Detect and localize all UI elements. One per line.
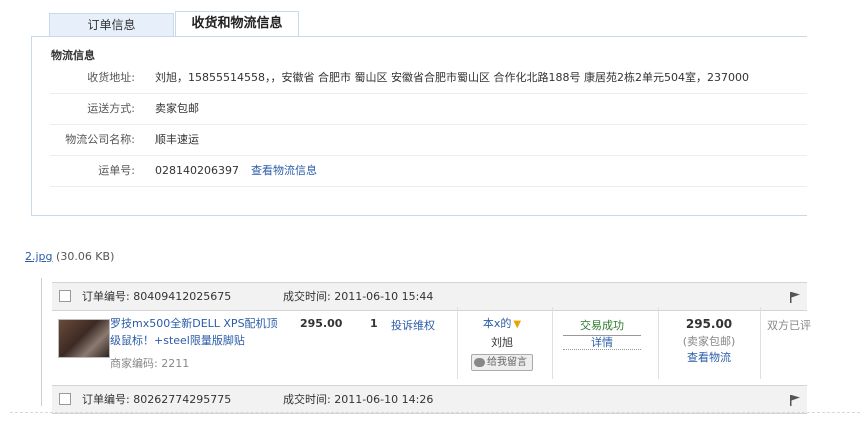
tracking-value-wrap: 028140206397 查看物流信息 (155, 156, 317, 186)
shipping-method-label: 运送方式: (87, 102, 135, 115)
divider (658, 307, 659, 379)
order-time-value: 2011-06-10 15:44 (334, 290, 434, 303)
logistics-title: 物流信息 (51, 49, 95, 62)
shipping-method-value: 卖家包邮 (155, 102, 199, 115)
order-time-label: 成交时间: (283, 290, 331, 303)
carrier-value: 顺丰速运 (155, 133, 199, 146)
tracking-label: 运单号: (98, 164, 135, 177)
speech-bubble-icon (474, 357, 485, 367)
address-label: 收货地址: (87, 71, 135, 84)
leave-message-button[interactable]: 给我留言 (471, 354, 533, 371)
product-thumbnail[interactable] (58, 319, 110, 358)
funnel-icon: ▼ (513, 319, 522, 330)
total-amount: 295.00 (685, 317, 733, 331)
order-time-label: 成交时间: (283, 393, 331, 406)
order-list: 订单编号: 80409412025675 成交时间: 2011-06-10 15… (41, 278, 811, 414)
order-number: 订单编号: 80409412025675 (82, 283, 231, 310)
order-checkbox[interactable] (59, 290, 71, 302)
order-time: 成交时间: 2011-06-10 15:44 (283, 283, 433, 310)
merchant-code: 商家编码: 2211 (110, 357, 190, 370)
attachment-link[interactable]: 2.jpg (25, 250, 53, 263)
quantity: 1 (370, 317, 378, 330)
divider (760, 307, 761, 379)
order-number-value: 80262774295775 (133, 393, 232, 406)
rating-status: 双方已评 (767, 319, 811, 332)
unit-price: 295.00 (300, 317, 343, 330)
view-logistics-order-link[interactable]: 查看物流 (687, 351, 731, 364)
buyer-self-link[interactable]: 本x的 (483, 317, 512, 330)
buyer-column: 本x的 ▼ 刘旭 给我留言 (457, 315, 547, 371)
tracking-number: 028140206397 (155, 164, 239, 177)
tab-shipping-logistics[interactable]: 收货和物流信息 (175, 11, 299, 37)
trade-status: 交易成功 (580, 319, 624, 332)
attachment-size: (30.06 KB) (56, 250, 115, 263)
address-value: 刘旭，15855514558，，安徽省 合肥市 蜀山区 安徽省合肥市蜀山区 合作… (155, 71, 749, 84)
order-number: 订单编号: 80262774295775 (82, 386, 231, 413)
tab-order-info[interactable]: 订单信息 (49, 13, 174, 36)
logistics-panel: 物流信息 收货地址: 刘旭，15855514558，，安徽省 合肥市 蜀山区 安… (31, 36, 807, 216)
order-number-value: 80409412025675 (133, 290, 232, 303)
address-row: 收货地址: 刘旭，15855514558，，安徽省 合肥市 蜀山区 安徽省合肥市… (50, 63, 807, 94)
tracking-row: 运单号: 028140206397 查看物流信息 (50, 156, 807, 187)
dashed-divider (10, 412, 860, 413)
order-header: 订单编号: 80262774295775 成交时间: 2011-06-10 14… (52, 385, 807, 414)
buyer-name: 刘旭 (491, 336, 513, 349)
order-checkbox[interactable] (59, 393, 71, 405)
carrier-label: 物流公司名称: (65, 133, 135, 146)
order-time-value: 2011-06-10 14:26 (334, 393, 434, 406)
attachment: 2.jpg (30.06 KB) (25, 250, 114, 263)
order-number-label: 订单编号: (82, 393, 130, 406)
order-number-label: 订单编号: (82, 290, 130, 303)
complaint-link[interactable]: 投诉维权 (391, 317, 435, 333)
shipping-note: (卖家包邮) (682, 335, 736, 348)
leave-message-label: 给我留言 (487, 357, 527, 368)
view-logistics-link[interactable]: 查看物流信息 (251, 164, 317, 177)
total-column: 295.00 (卖家包邮) 查看物流 (664, 317, 754, 365)
product-name-link[interactable]: 罗技mx500全新DELL XPS配机顶级鼠标！+steel限量版脚贴 (110, 315, 280, 349)
order-item: 罗技mx500全新DELL XPS配机顶级鼠标！+steel限量版脚贴 商家编码… (52, 307, 811, 379)
shipping-method-row: 运送方式: 卖家包邮 (50, 94, 807, 125)
detail-link[interactable]: 详情 (563, 335, 641, 350)
status-column: 交易成功 详情 (552, 317, 652, 350)
flag-icon[interactable] (789, 394, 801, 406)
order-time: 成交时间: 2011-06-10 14:26 (283, 386, 433, 413)
flag-icon[interactable] (789, 291, 801, 303)
carrier-row: 物流公司名称: 顺丰速运 (50, 125, 807, 156)
